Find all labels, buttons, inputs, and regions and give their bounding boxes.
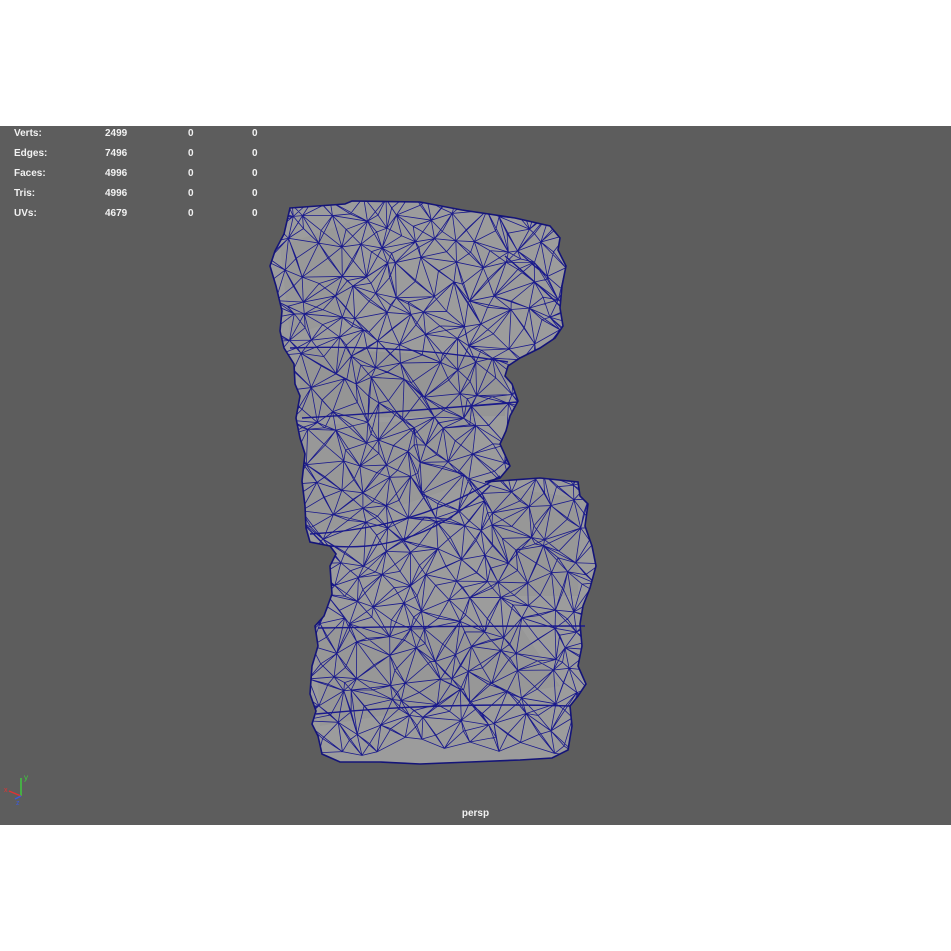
viewport-persp[interactable]: Verts: 2499 0 0 Edges: 7496 0 0 Faces: 4…	[0, 126, 951, 825]
rock-mesh-body	[269, 200, 597, 765]
x-axis-line	[8, 790, 22, 797]
y-axis-label: y	[24, 773, 28, 782]
rock-mesh-wireframe[interactable]	[0, 126, 951, 825]
view-axis-indicator: y x z	[4, 773, 28, 806]
x-axis-label: x	[4, 787, 8, 794]
z-axis-label: z	[16, 800, 20, 806]
z-axis-line	[14, 795, 22, 800]
camera-name-label: persp	[461, 808, 490, 819]
